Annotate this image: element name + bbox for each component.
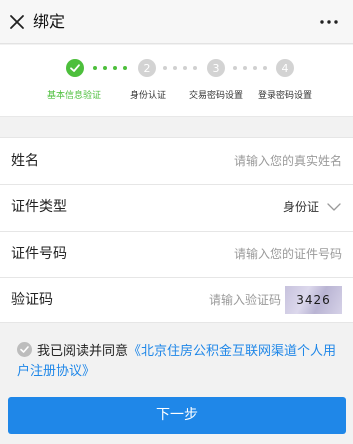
step-3-circle: 3 (207, 59, 225, 77)
id-number-row: 证件号码 (0, 231, 353, 277)
step-connector (233, 66, 267, 70)
agreement-prefix: 我已阅读并同意 (37, 344, 129, 359)
captcha-input[interactable] (161, 289, 281, 311)
step-connector (163, 66, 197, 70)
nav-bar: 绑定 (0, 0, 353, 44)
next-button[interactable]: 下一步 (8, 397, 346, 434)
name-label: 姓名 (11, 153, 39, 169)
progress-stepper: 2 3 4 基本信息验证 身份认证 交易密码设置 登录密码设置 (0, 45, 353, 117)
step-3-label: 交易密码设置 (188, 91, 243, 101)
bind-form: 姓名 证件类型 身份证 证件号码 验证码 3426 (0, 137, 353, 323)
step-4-circle: 4 (276, 59, 294, 77)
step-connector (93, 66, 127, 70)
id-type-row[interactable]: 证件类型 身份证 (0, 184, 353, 230)
page-title: 绑定 (33, 12, 66, 31)
id-type-label: 证件类型 (11, 199, 67, 215)
agreement-text: 我已阅读并同意《北京住房公积金互联网渠道个人用户注册协议》 (17, 342, 337, 382)
step-2-circle: 2 (138, 59, 156, 77)
more-icon[interactable] (319, 13, 339, 31)
step-1-check-icon (66, 59, 84, 77)
close-icon[interactable] (8, 13, 26, 31)
step-4-label: 登录密码设置 (257, 91, 312, 101)
captcha-row: 验证码 3426 (0, 277, 353, 323)
captcha-image[interactable]: 3426 (285, 286, 342, 314)
agree-checkbox-icon[interactable] (17, 342, 32, 357)
id-number-input[interactable] (142, 243, 342, 265)
name-row: 姓名 (0, 138, 353, 184)
chevron-down-icon[interactable] (326, 201, 342, 213)
id-type-select[interactable]: 身份证 (283, 198, 319, 216)
step-1-label: 基本信息验证 (46, 91, 101, 101)
captcha-label: 验证码 (11, 292, 53, 308)
id-number-label: 证件号码 (11, 246, 67, 262)
name-input[interactable] (142, 150, 342, 172)
